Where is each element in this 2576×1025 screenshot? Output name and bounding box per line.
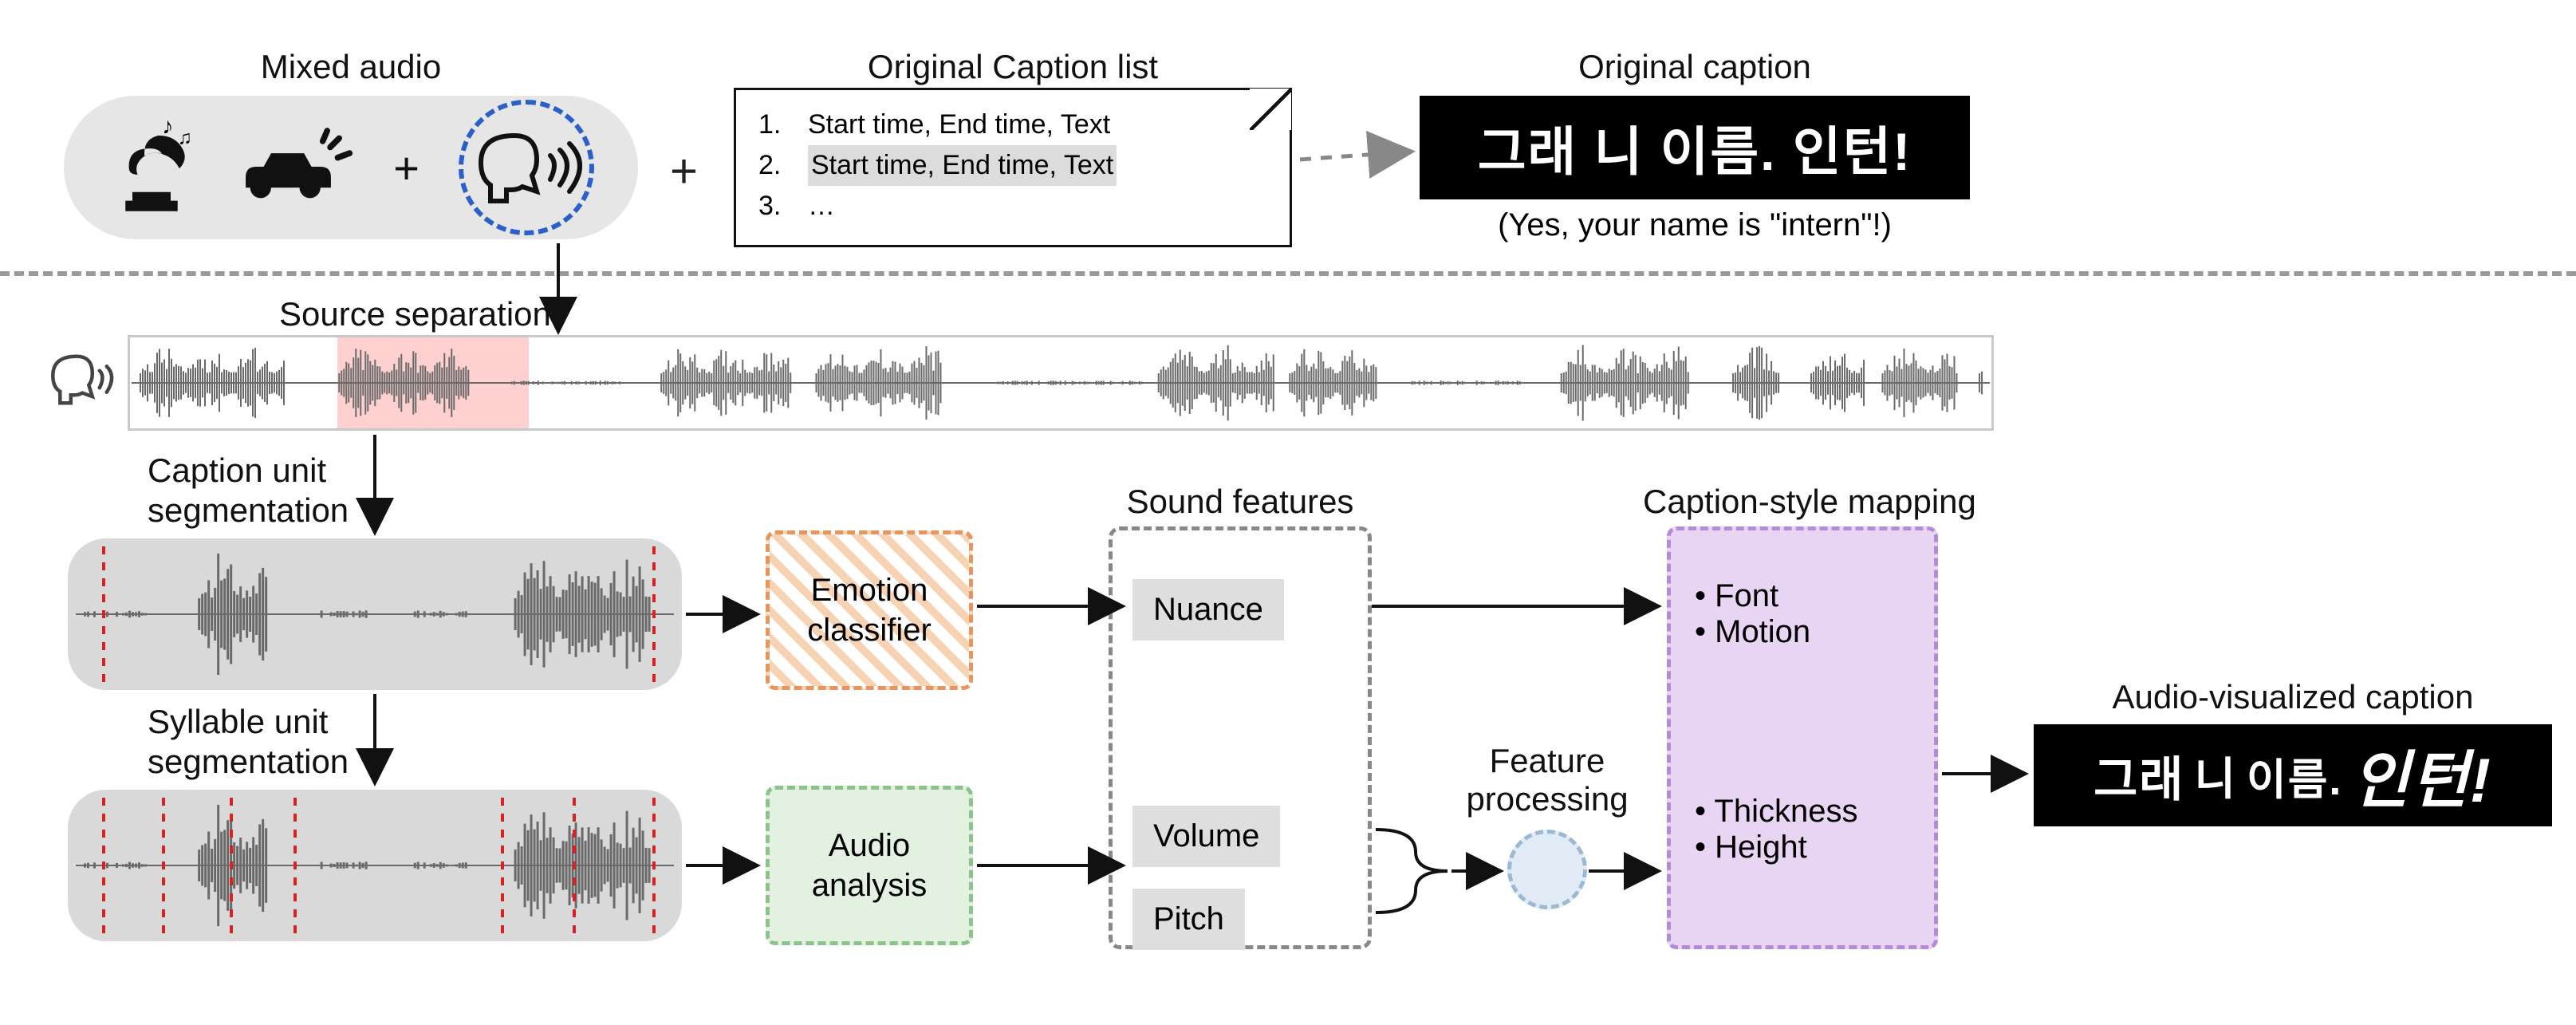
syllable-unit-seg-label: Syllable unit segmentation bbox=[148, 702, 349, 783]
list-row-3: 3. … bbox=[758, 186, 1267, 227]
list-text: Start time, End time, Text bbox=[808, 104, 1110, 145]
plus-between-icon: + bbox=[670, 144, 698, 199]
head-speaking-small-icon bbox=[48, 343, 120, 427]
list-text-highlight: Start time, End time, Text bbox=[808, 145, 1117, 186]
original-caption-image: 그래 니 이름. 인턴! bbox=[1420, 96, 1970, 199]
original-caption-text: 그래 니 이름. 인턴! bbox=[1478, 109, 1912, 186]
list-text: … bbox=[808, 186, 835, 227]
volume-chip: Volume bbox=[1132, 806, 1280, 867]
svg-text:♫: ♫ bbox=[177, 127, 191, 148]
avc-word-2: 니 bbox=[2195, 743, 2238, 808]
list-num: 1. bbox=[758, 104, 794, 145]
caption-unit-seg-label: Caption unit segmentation bbox=[148, 451, 349, 531]
avc-word-3: 이름. bbox=[2247, 744, 2342, 807]
pitch-chip: Pitch bbox=[1132, 889, 1245, 950]
caption-list-box: 1. Start time, End time, Text 2. Start tim… bbox=[734, 88, 1292, 247]
list-row-1: 1. Start time, End time, Text bbox=[758, 104, 1267, 145]
mixed-audio-box: ♪♫ + bbox=[64, 96, 638, 239]
syllable-segment-box bbox=[68, 790, 682, 941]
avc-word-1: 그래 bbox=[2093, 741, 2184, 810]
sound-features-label: Sound features bbox=[1109, 483, 1372, 521]
caption-segment-box bbox=[68, 538, 682, 690]
feature-processing-node bbox=[1507, 830, 1587, 909]
audio-visualized-caption-image: 그래 니 이름. 인턴! bbox=[2034, 724, 2552, 826]
mapping-font: • Font bbox=[1695, 578, 1910, 614]
separated-waveform-box bbox=[128, 335, 1994, 431]
list-num: 3. bbox=[758, 186, 794, 227]
svg-text:♪: ♪ bbox=[162, 118, 173, 140]
original-caption-label: Original caption bbox=[1420, 48, 1970, 86]
feature-processing-label: Feature processing bbox=[1428, 742, 1667, 819]
avc-word-4: 인턴! bbox=[2352, 731, 2492, 820]
section-divider bbox=[0, 271, 2576, 276]
list-num: 2. bbox=[758, 145, 794, 186]
gramophone-icon: ♪♫ bbox=[108, 118, 195, 218]
caption-style-mapping-box: • Font • Motion • Thickness • Height bbox=[1667, 526, 1938, 949]
plus-inside-icon: + bbox=[393, 142, 419, 194]
audio-analysis-label: Audio analysis bbox=[812, 826, 928, 905]
highlight-region bbox=[337, 337, 529, 428]
mapping-thickness: • Thickness bbox=[1695, 794, 1910, 830]
car-noise-icon bbox=[234, 122, 354, 214]
waveform-seg1-icon bbox=[72, 542, 678, 686]
waveform-seg2-icon bbox=[72, 794, 678, 937]
audio-analysis-box: Audio analysis bbox=[766, 786, 973, 945]
caption-list-label: Original Caption list bbox=[734, 48, 1292, 86]
speaking-head-icon bbox=[459, 100, 594, 235]
emotion-classifier-box: Emotion classifier bbox=[766, 530, 973, 690]
audio-visualized-caption-label: Audio-visualized caption bbox=[2034, 678, 2552, 716]
mixed-audio-label: Mixed audio bbox=[64, 48, 638, 86]
source-separation-label: Source separation bbox=[279, 295, 551, 333]
list-row-2: 2. Start time, End time, Text bbox=[758, 145, 1267, 186]
emotion-classifier-label: Emotion classifier bbox=[807, 570, 932, 650]
page-fold-icon bbox=[1250, 89, 1291, 130]
caption-style-mapping-label: Caption-style mapping bbox=[1643, 483, 1962, 521]
mapping-height: • Height bbox=[1695, 830, 1910, 865]
mapping-motion: • Motion bbox=[1695, 614, 1910, 650]
caption-translation: (Yes, your name is "intern"!) bbox=[1420, 207, 1970, 243]
nuance-chip: Nuance bbox=[1132, 579, 1284, 641]
